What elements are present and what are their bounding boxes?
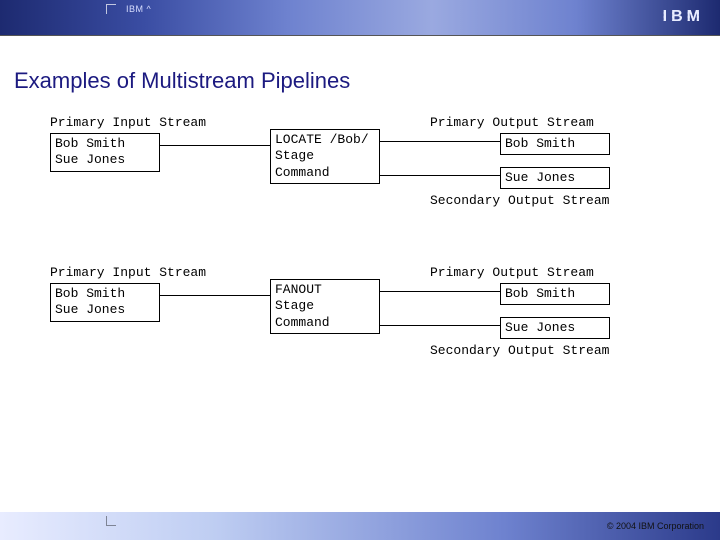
d1-stage-line: Stage <box>275 148 375 164</box>
d1-secondary-output-row: Sue Jones <box>505 170 605 186</box>
ibm-logo: IBM <box>663 8 704 26</box>
connector <box>380 291 500 292</box>
d1-stage-line: LOCATE /Bob/ <box>275 132 375 148</box>
d1-input-row: Sue Jones <box>55 152 155 168</box>
corner-mark-icon <box>106 4 116 14</box>
d2-input-row: Bob Smith <box>55 286 155 302</box>
d2-input-box: Bob Smith Sue Jones <box>50 283 160 322</box>
d2-secondary-output-row: Sue Jones <box>505 320 605 336</box>
d1-primary-output-label: Primary Output Stream <box>430 115 594 130</box>
d2-stage-box: FANOUT Stage Command <box>270 279 380 334</box>
connector <box>160 295 270 296</box>
d2-stage-line: Stage <box>275 298 375 314</box>
connector <box>380 141 500 142</box>
slide-header: IBM ^ IBM <box>0 0 720 36</box>
d1-primary-input-label: Primary Input Stream <box>50 115 206 130</box>
d1-input-box: Bob Smith Sue Jones <box>50 133 160 172</box>
d1-primary-output-row: Bob Smith <box>505 136 605 152</box>
d2-stage-line: Command <box>275 315 375 331</box>
d1-input-row: Bob Smith <box>55 136 155 152</box>
d2-input-row: Sue Jones <box>55 302 155 318</box>
d1-secondary-output-label: Secondary Output Stream <box>430 193 609 208</box>
d2-primary-input-label: Primary Input Stream <box>50 265 206 280</box>
d1-primary-output-box: Bob Smith <box>500 133 610 155</box>
footer-copyright: © 2004 IBM Corporation <box>607 521 704 531</box>
d2-primary-output-label: Primary Output Stream <box>430 265 594 280</box>
d1-stage-box: LOCATE /Bob/ Stage Command <box>270 129 380 184</box>
slide-footer: © 2004 IBM Corporation <box>0 512 720 540</box>
diagram-area: Primary Input Stream Bob Smith Sue Jones… <box>50 115 670 495</box>
connector <box>160 145 270 146</box>
d2-secondary-output-label: Secondary Output Stream <box>430 343 609 358</box>
d1-stage-line: Command <box>275 165 375 181</box>
corner-mark-icon <box>106 516 116 526</box>
connector <box>380 175 500 176</box>
d2-primary-output-row: Bob Smith <box>505 286 605 302</box>
d2-stage-line: FANOUT <box>275 282 375 298</box>
slide-title: Examples of Multistream Pipelines <box>14 68 350 94</box>
connector <box>380 325 500 326</box>
d2-primary-output-box: Bob Smith <box>500 283 610 305</box>
header-brand-label: IBM ^ <box>126 4 151 14</box>
d2-secondary-output-box: Sue Jones <box>500 317 610 339</box>
d1-secondary-output-box: Sue Jones <box>500 167 610 189</box>
